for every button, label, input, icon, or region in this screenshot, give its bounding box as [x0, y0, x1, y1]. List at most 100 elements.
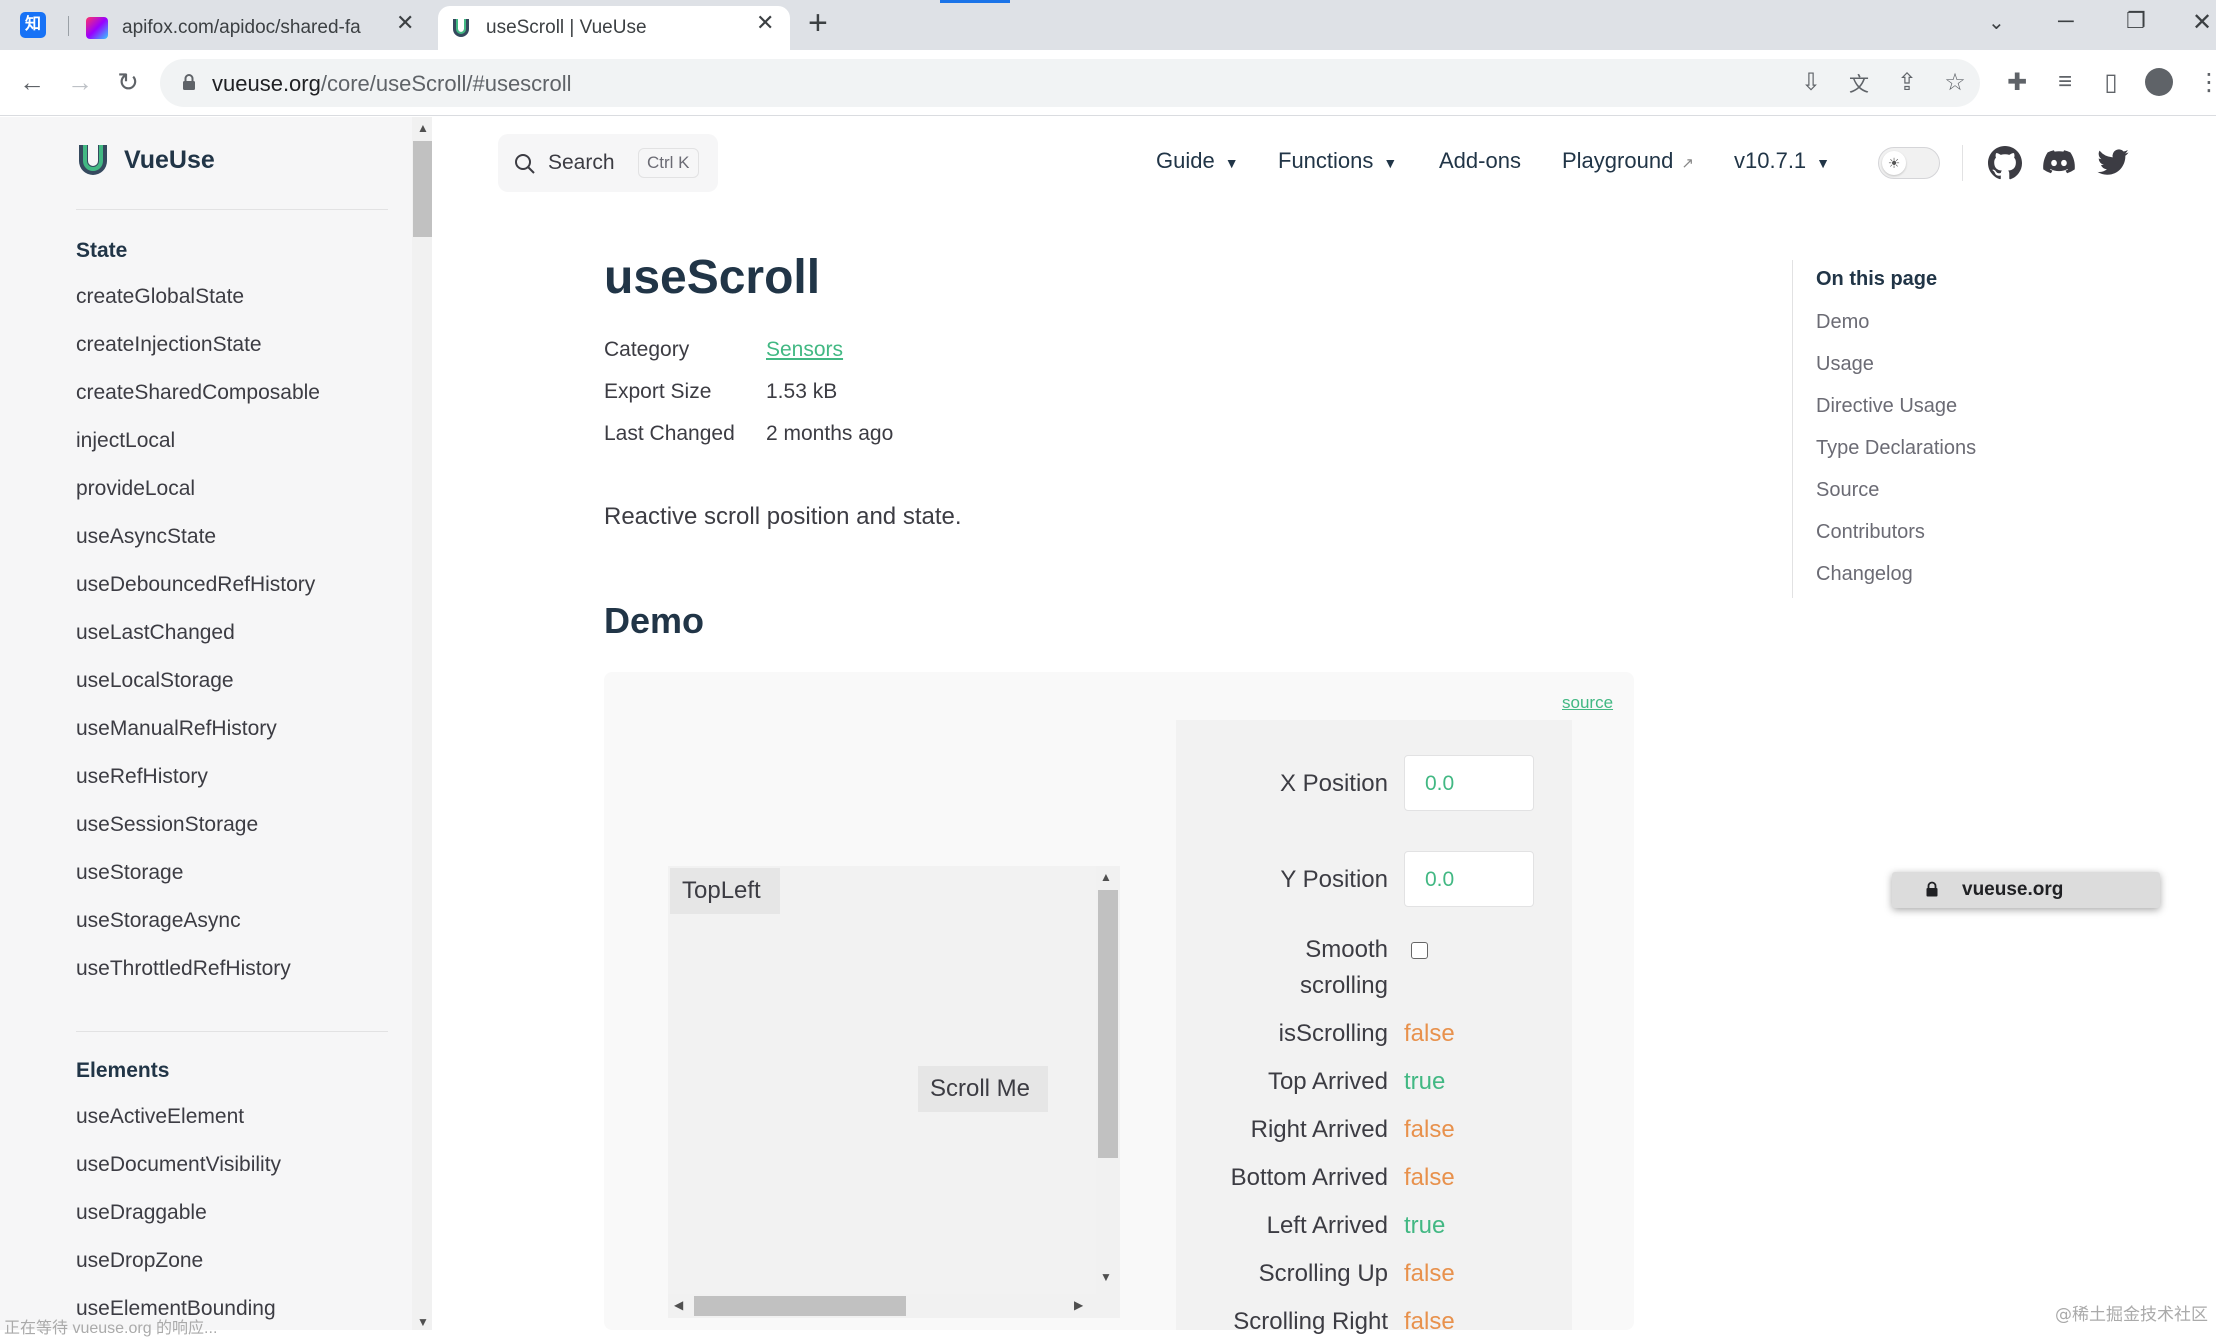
extensions-icon[interactable]: ✚ [2000, 64, 2034, 100]
source-link[interactable]: source [1562, 693, 1613, 713]
x-position-input[interactable]: 0.0 [1404, 755, 1534, 811]
toc-item[interactable]: Changelog [1816, 563, 1913, 586]
chevron-down-icon: ▼ [1816, 155, 1831, 171]
status-bar: 正在等待 vueuse.org 的响应... [4, 1320, 218, 1337]
link-preview-tooltip: vueuse.org [1892, 872, 2160, 908]
chevron-down-icon: ▼ [1383, 155, 1398, 171]
y-position-input[interactable]: 0.0 [1404, 851, 1534, 907]
theme-toggle[interactable]: ☀ [1878, 147, 1940, 179]
chevron-down-icon[interactable]: ⌄ [1988, 10, 2005, 35]
search-button[interactable]: Search Ctrl K [498, 134, 718, 192]
sidebar-item[interactable]: useDropZone [76, 1249, 203, 1273]
scroll-up-arrow-icon[interactable]: ▲ [1100, 870, 1112, 884]
state-value: false [1404, 1260, 1455, 1287]
horizontal-scrollbar-thumb[interactable] [694, 1296, 906, 1316]
side-panel-icon[interactable]: ▯ [2094, 64, 2128, 100]
close-tab-icon[interactable]: ✕ [756, 10, 774, 36]
state-value: true [1404, 1212, 1446, 1239]
profile-avatar-icon[interactable] [2142, 64, 2176, 100]
scroll-down-arrow-icon[interactable]: ▼ [417, 1315, 429, 1329]
nav-version[interactable]: v10.7.1 ▼ [1734, 148, 1830, 174]
nav-guide[interactable]: Guide ▼ [1156, 148, 1239, 174]
sidebar-item[interactable]: createInjectionState [76, 333, 262, 357]
sidebar-item[interactable]: useActiveElement [76, 1105, 244, 1129]
tab-separator [68, 16, 69, 36]
sidebar-item[interactable]: useAsyncState [76, 525, 216, 549]
reload-icon[interactable]: ↻ [110, 64, 146, 100]
meta-value: 2 months ago [766, 422, 894, 445]
media-icon[interactable]: ≡ [2048, 64, 2082, 100]
nav-playground[interactable]: Playground ↗ [1562, 148, 1694, 174]
meta-key: Last Changed [604, 422, 735, 445]
more-menu-icon[interactable]: ⋮ [2192, 64, 2216, 100]
toc-item[interactable]: Usage [1816, 353, 1874, 376]
new-tab-button[interactable]: + [808, 4, 828, 43]
install-icon[interactable]: ⇩ [1794, 64, 1828, 100]
sidebar-item[interactable]: useStorageAsync [76, 909, 241, 933]
lock-icon [1926, 881, 1938, 897]
minimize-icon[interactable]: ─ [2058, 8, 2074, 34]
sidebar-item[interactable]: provideLocal [76, 477, 195, 501]
sidebar-section-title: Elements [76, 1059, 170, 1082]
sidebar-item[interactable]: useDraggable [76, 1201, 207, 1225]
toc-item[interactable]: Demo [1816, 311, 1869, 334]
close-tab-icon[interactable]: ✕ [396, 10, 414, 36]
scroll-container[interactable] [668, 866, 1120, 1318]
toc-item[interactable]: Contributors [1816, 521, 1925, 544]
sidebar-item[interactable]: useLastChanged [76, 621, 235, 645]
scroll-me-marker: Scroll Me [918, 1066, 1048, 1112]
sidebar-item[interactable]: injectLocal [76, 429, 175, 453]
sidebar-scrollbar-thumb[interactable] [413, 141, 432, 237]
close-window-icon[interactable]: ✕ [2192, 8, 2212, 37]
nav-functions[interactable]: Functions ▼ [1278, 148, 1397, 174]
scroll-down-arrow-icon[interactable]: ▼ [1100, 1270, 1112, 1284]
chevron-down-icon: ▼ [1224, 155, 1239, 171]
bookmark-star-icon[interactable]: ☆ [1938, 64, 1972, 100]
sidebar-item[interactable]: useDocumentVisibility [76, 1153, 281, 1177]
vertical-scrollbar-thumb[interactable] [1098, 890, 1118, 1158]
toc-item[interactable]: Source [1816, 479, 1879, 502]
share-icon[interactable]: ⇪ [1890, 64, 1924, 100]
tab-apifox[interactable]: apifox.com/apidoc/shared-fa [86, 6, 422, 50]
loading-indicator [940, 0, 1010, 3]
apifox-icon [86, 17, 108, 39]
toc-item[interactable]: Type Declarations [1816, 437, 1976, 460]
smooth-scrolling-checkbox[interactable] [1411, 942, 1428, 959]
scroll-left-arrow-icon[interactable]: ◀ [674, 1298, 683, 1312]
twitter-icon[interactable] [2096, 146, 2130, 180]
back-icon[interactable]: ← [14, 64, 50, 100]
forward-icon[interactable]: → [62, 64, 98, 100]
github-icon[interactable] [1988, 146, 2022, 180]
sidebar-item[interactable]: useDebouncedRefHistory [76, 573, 315, 597]
sidebar-item[interactable]: useLocalStorage [76, 669, 234, 693]
brand-link[interactable]: VueUse [76, 143, 215, 177]
brand-name: VueUse [124, 145, 215, 174]
sidebar-item[interactable]: useSessionStorage [76, 813, 258, 837]
scroll-up-arrow-icon[interactable]: ▲ [417, 121, 429, 135]
tab-usescroll[interactable]: useScroll | VueUse [438, 6, 790, 50]
sidebar-item[interactable]: createSharedComposable [76, 381, 320, 405]
browser-tab-bar: 知 apifox.com/apidoc/shared-fa ✕ useScrol… [0, 0, 2216, 50]
demo-heading[interactable]: Demo [604, 600, 704, 642]
x-position-label: X Position [1279, 770, 1388, 797]
tab-title: useScroll | VueUse [486, 17, 647, 38]
toc-item[interactable]: Directive Usage [1816, 395, 1957, 418]
sidebar-item[interactable]: useManualRefHistory [76, 717, 277, 741]
category-link[interactable]: Sensors [766, 338, 843, 361]
scroll-right-arrow-icon[interactable]: ▶ [1074, 1298, 1083, 1312]
sidebar-item[interactable]: createGlobalState [76, 285, 244, 309]
restore-icon[interactable]: ❐ [2126, 8, 2146, 34]
nav-addons[interactable]: Add-ons [1439, 148, 1521, 174]
sidebar-item[interactable]: useRefHistory [76, 765, 208, 789]
sidebar-item[interactable]: useStorage [76, 861, 183, 885]
nav-label: Functions [1278, 148, 1374, 173]
address-bar[interactable]: vueuse.org/core/useScroll/#usescroll [160, 59, 1980, 107]
translate-icon[interactable]: 文 [1842, 64, 1876, 100]
state-label: Bottom Arrived [1230, 1164, 1388, 1191]
sidebar-scrollbar[interactable] [412, 117, 432, 1330]
sidebar-item[interactable]: useThrottledRefHistory [76, 957, 291, 981]
zhihu-icon[interactable]: 知 [20, 12, 46, 38]
sidebar: VueUse State createGlobalState createInje… [0, 117, 432, 1330]
state-value: false [1404, 1164, 1455, 1191]
discord-icon[interactable] [2042, 146, 2076, 180]
